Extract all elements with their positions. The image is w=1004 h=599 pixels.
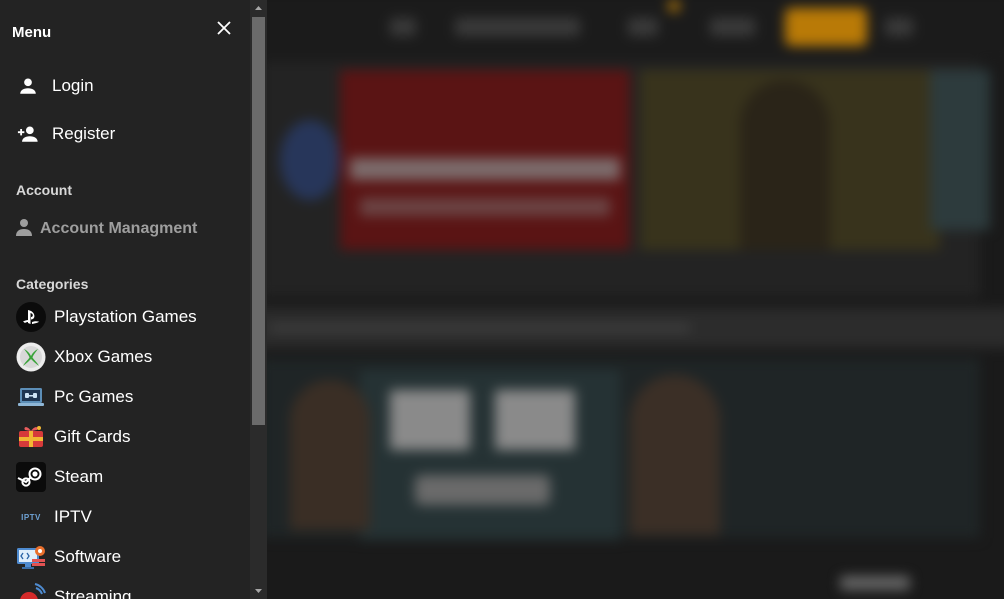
banner-text-block — [495, 390, 575, 450]
category-iptv[interactable]: IPTV IPTV — [16, 502, 92, 532]
close-menu-button[interactable] — [214, 18, 234, 38]
category-streaming[interactable]: Streaming — [16, 582, 131, 599]
menu-title: Menu — [12, 24, 52, 41]
banner-art — [280, 120, 340, 200]
banner-figure — [740, 80, 830, 250]
arrow-down-icon — [255, 589, 262, 593]
nav-placeholder — [390, 18, 416, 36]
side-menu: Menu Login Register Account Account Mana… — [0, 0, 250, 599]
scroll-down-button[interactable] — [250, 583, 267, 599]
category-steam[interactable]: Steam — [16, 462, 103, 492]
person-icon — [16, 74, 40, 98]
nav-placeholder — [628, 18, 658, 36]
category-label: Playstation Games — [54, 307, 197, 326]
category-label: Streaming — [54, 587, 132, 599]
category-gift-cards[interactable]: Gift Cards — [16, 422, 131, 452]
menu-scrollbar[interactable] — [250, 0, 267, 599]
category-label: Software — [54, 547, 122, 566]
category-label: Pc Games — [54, 387, 134, 406]
xbox-icon — [16, 342, 46, 372]
account-section-title: Account — [16, 182, 72, 198]
person-add-icon — [16, 122, 40, 146]
register-link[interactable]: Register — [16, 120, 115, 148]
banner-art — [930, 70, 990, 230]
banner-subheading-blurred — [360, 198, 610, 216]
login-link[interactable]: Login — [16, 72, 94, 100]
account-management-link[interactable]: Account Managment — [16, 218, 197, 240]
register-label: Register — [52, 124, 116, 143]
category-label: Xbox Games — [54, 347, 153, 366]
category-software[interactable]: Software — [16, 542, 121, 572]
category-label: Steam — [54, 467, 104, 486]
category-playstation-games[interactable]: Playstation Games — [16, 302, 197, 332]
iptv-icon: IPTV — [21, 512, 41, 522]
cta-button-blurred — [785, 8, 867, 46]
nav-placeholder — [885, 18, 913, 36]
streaming-icon — [16, 582, 46, 599]
category-xbox-games[interactable]: Xbox Games — [16, 342, 152, 372]
category-label: IPTV — [54, 507, 92, 526]
blurred-page-background — [250, 0, 1004, 599]
gift-card-icon — [16, 422, 46, 452]
category-label: Gift Cards — [54, 427, 131, 446]
user-icon — [16, 218, 32, 241]
steam-icon — [16, 462, 46, 492]
close-icon — [217, 21, 231, 35]
categories-section-title: Categories — [16, 276, 89, 292]
nav-placeholder — [455, 18, 580, 36]
arrow-up-icon — [255, 6, 262, 10]
account-management-label: Account Managment — [40, 220, 198, 237]
banner-text-block — [390, 390, 470, 450]
banner-button-blurred — [415, 475, 550, 505]
category-pc-games[interactable]: Pc Games — [16, 382, 133, 412]
scroll-up-button[interactable] — [250, 0, 267, 16]
banner-heading-blurred — [350, 158, 620, 180]
login-label: Login — [52, 76, 94, 95]
software-icon — [16, 542, 46, 572]
bottom-button-blurred — [840, 576, 910, 590]
playstation-icon — [16, 302, 46, 332]
pc-icon — [16, 382, 46, 412]
nav-placeholder — [710, 18, 755, 36]
scrollbar-thumb[interactable] — [252, 17, 265, 425]
section-strip-text — [270, 324, 690, 332]
notification-dot — [668, 0, 680, 12]
banner-figure — [630, 375, 720, 535]
banner-figure — [290, 380, 370, 530]
